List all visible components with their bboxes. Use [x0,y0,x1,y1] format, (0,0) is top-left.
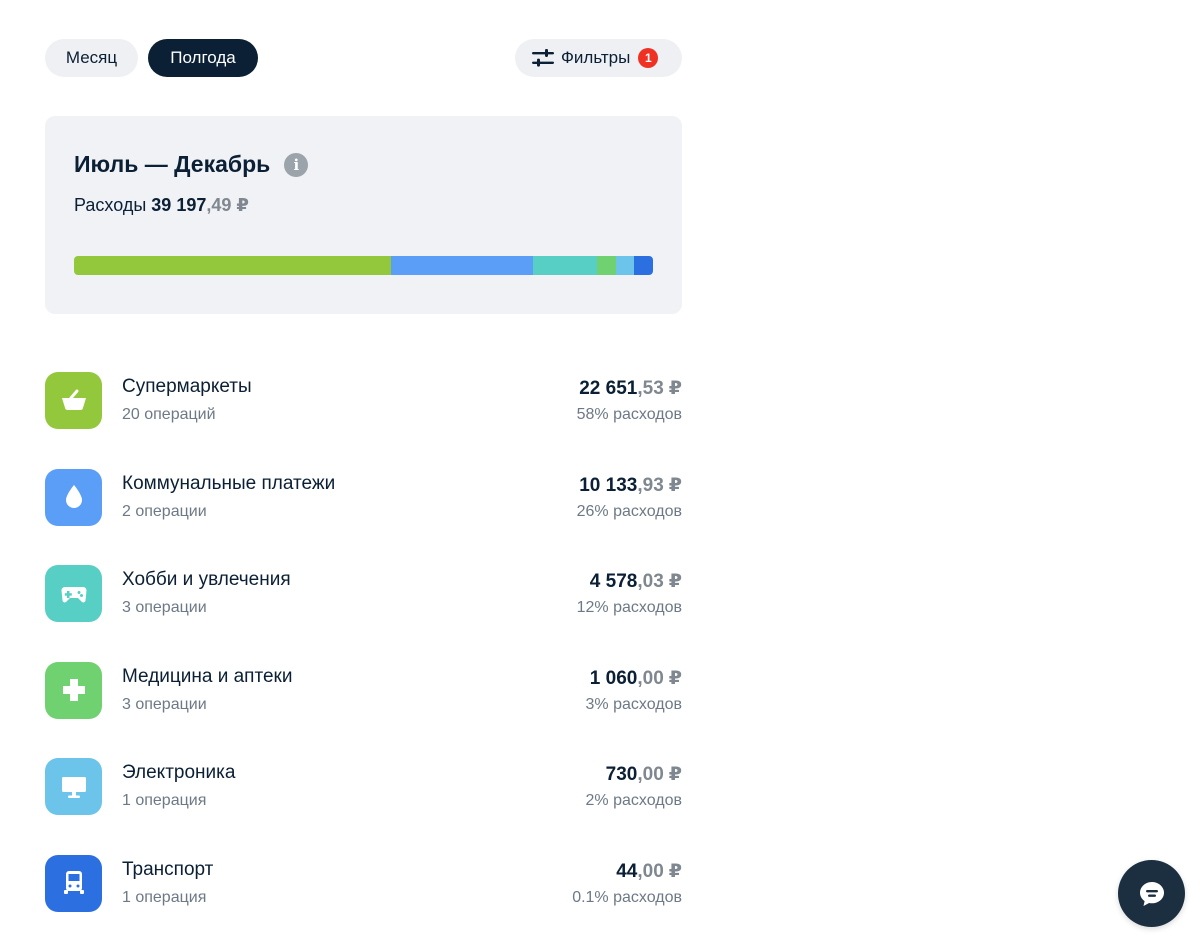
category-name: Хобби и увлечения [122,569,291,591]
tab-month[interactable]: Месяц [45,39,138,77]
expenses-label: Расходы [74,195,147,215]
chat-icon [1139,881,1164,906]
sliders-icon [532,49,554,67]
bar-segment [532,256,598,275]
amount-frac: ,00 [637,764,664,786]
total-currency: ₽ [236,195,249,215]
total-amount-int: 39 197 [151,195,207,215]
category-operations: 2 операции [122,502,207,520]
category-row[interactable]: Транспорт 1 операция 44,00 ₽0.1% расходов [45,836,682,933]
amount-int: 4 578 [589,571,638,593]
category-list: Супермаркеты 20 операций 22 651,53 ₽58% рас… [45,353,682,933]
category-amount: 1 060,00 ₽ [590,667,682,690]
summary-card: Июль — Декабрь i Расходы 39 197,49 ₽ [45,116,682,314]
amount-currency: ₽ [668,667,682,689]
category-share: 58% расходов [576,406,682,423]
amount-frac: ,00 [637,667,664,689]
chat-button[interactable] [1118,860,1185,927]
filters-count-badge: 1 [638,48,659,68]
amount-frac: ,53 [637,378,664,399]
bar-segment [615,256,635,275]
amount-currency: ₽ [668,571,682,593]
category-row[interactable]: Супермаркеты 20 операций 22 651,53 ₽58% рас… [45,353,682,450]
category-name: Супермаркеты [122,376,252,397]
total-expenses: Расходы 39 197,49 ₽ [74,195,249,216]
bar-segment [597,256,616,275]
category-share: 0.1% расходов [572,888,682,906]
category-amount: 22 651,53 ₽ [579,377,682,400]
bar-segment [74,256,391,275]
category-operations: 3 операции [122,695,207,713]
category-operations: 1 операция [122,792,207,810]
bar-segment [634,256,653,275]
category-amount: 730,00 ₽ [606,763,682,786]
amount-frac: ,00 [637,860,664,882]
category-amount: 4 578,03 ₽ [590,570,682,593]
expenses-distribution-bar [74,256,653,275]
category-name: Коммунальные платежи [122,472,336,494]
bus-icon [45,854,102,912]
amount-int: 1 060 [589,667,638,689]
filters-label: Фильтры [561,48,631,67]
amount-int: 730 [605,764,638,786]
toolbar: Месяц Полгода Фильтры 1 [45,39,682,78]
category-row[interactable]: Медицина и аптеки 3 операции 1 060,00 ₽3% р… [45,643,682,740]
category-row[interactable]: Хобби и увлечения 3 операции 4 578,03 ₽12% … [45,546,682,643]
water-drop-icon [45,468,102,526]
gamepad-icon [45,565,102,623]
period-title-text: Июль — Декабрь [74,151,271,177]
amount-frac: ,93 [637,474,664,496]
category-share: 12% расходов [576,599,682,617]
category-share: 2% расходов [585,792,682,810]
amount-frac: ,03 [637,571,664,593]
basket-icon [45,372,102,429]
amount-currency: ₽ [668,764,682,786]
tab-half-year[interactable]: Полгода [148,39,258,77]
category-amount: 44,00 ₽ [616,860,682,883]
category-amount: 10 133,93 ₽ [579,474,682,497]
bar-segment [390,256,533,275]
medical-cross-icon [45,661,102,719]
category-operations: 20 операций [122,406,216,423]
category-row[interactable]: Коммунальные платежи 2 операции 10 133,93 ₽… [45,450,682,547]
amount-int: 22 651 [579,378,638,399]
total-amount-frac: ,49 [206,195,232,215]
amount-currency: ₽ [668,474,682,496]
period-title: Июль — Декабрь i [74,151,309,178]
info-icon[interactable]: i [284,152,309,177]
category-share: 3% расходов [585,695,682,713]
amount-currency: ₽ [668,860,682,882]
filters-button[interactable]: Фильтры 1 [515,39,682,77]
amount-int: 10 133 [579,474,638,496]
category-row[interactable]: Электроника 1 операция 730,00 ₽2% расходов [45,739,682,836]
amount-int: 44 [616,860,638,882]
category-operations: 3 операции [122,599,207,617]
monitor-icon [45,758,102,816]
amount-currency: ₽ [668,378,682,399]
category-name: Электроника [122,762,236,784]
category-operations: 1 операция [122,888,207,906]
category-share: 26% расходов [576,502,682,520]
category-name: Транспорт [122,858,214,880]
category-name: Медицина и аптеки [122,665,293,687]
